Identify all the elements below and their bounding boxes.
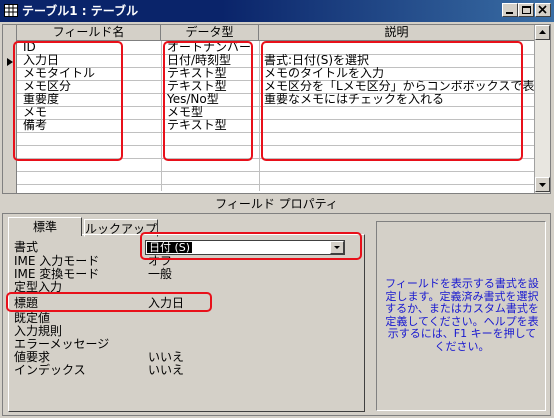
minimize-icon xyxy=(506,12,513,14)
maximize-icon xyxy=(522,6,531,14)
highlight-box-descriptions xyxy=(261,41,523,161)
header-field-name: フィールド名 xyxy=(17,25,161,41)
arrow-down-icon xyxy=(539,183,546,187)
property-value[interactable]: 一般 xyxy=(148,268,172,281)
arrow-up-icon xyxy=(539,30,546,34)
property-value[interactable]: いいえ xyxy=(148,364,184,377)
highlight-box-caption xyxy=(6,292,212,312)
help-text: フィールドを表示する書式を設定します。定義済み書式を選択するか、またはカスタム書… xyxy=(385,277,539,353)
field-properties-title: フィールド プロパティ xyxy=(215,197,338,211)
highlight-box-field-names xyxy=(13,41,123,161)
scroll-up-button[interactable] xyxy=(535,25,550,40)
tab-general[interactable]: 標準 xyxy=(8,217,82,236)
highlight-box-data-types xyxy=(163,41,253,161)
highlight-box-format xyxy=(140,232,362,260)
window-title-bar[interactable]: テーブル1 : テーブル xyxy=(0,0,554,22)
maximize-button[interactable] xyxy=(518,3,534,17)
minimize-button[interactable] xyxy=(502,3,518,17)
header-data-type: データ型 xyxy=(161,25,259,41)
close-icon xyxy=(538,5,547,14)
property-label-format: 書式 xyxy=(14,240,39,254)
close-button[interactable] xyxy=(535,3,551,17)
scroll-down-button[interactable] xyxy=(535,177,550,192)
header-description: 説明 xyxy=(259,25,535,41)
property-label: インデックス xyxy=(14,363,86,377)
grid-vertical-scrollbar[interactable] xyxy=(534,25,550,193)
window-title: テーブル1 : テーブル xyxy=(22,4,139,18)
property-help-pane: フィールドを表示する書式を設定します。定義済み書式を選択するか、またはカスタム書… xyxy=(376,221,546,411)
table-icon xyxy=(4,4,18,17)
field-design-grid: フィールド名 データ型 説明 ID オートナンバー 入力日 日付/時刻型 書式:… xyxy=(2,24,551,194)
